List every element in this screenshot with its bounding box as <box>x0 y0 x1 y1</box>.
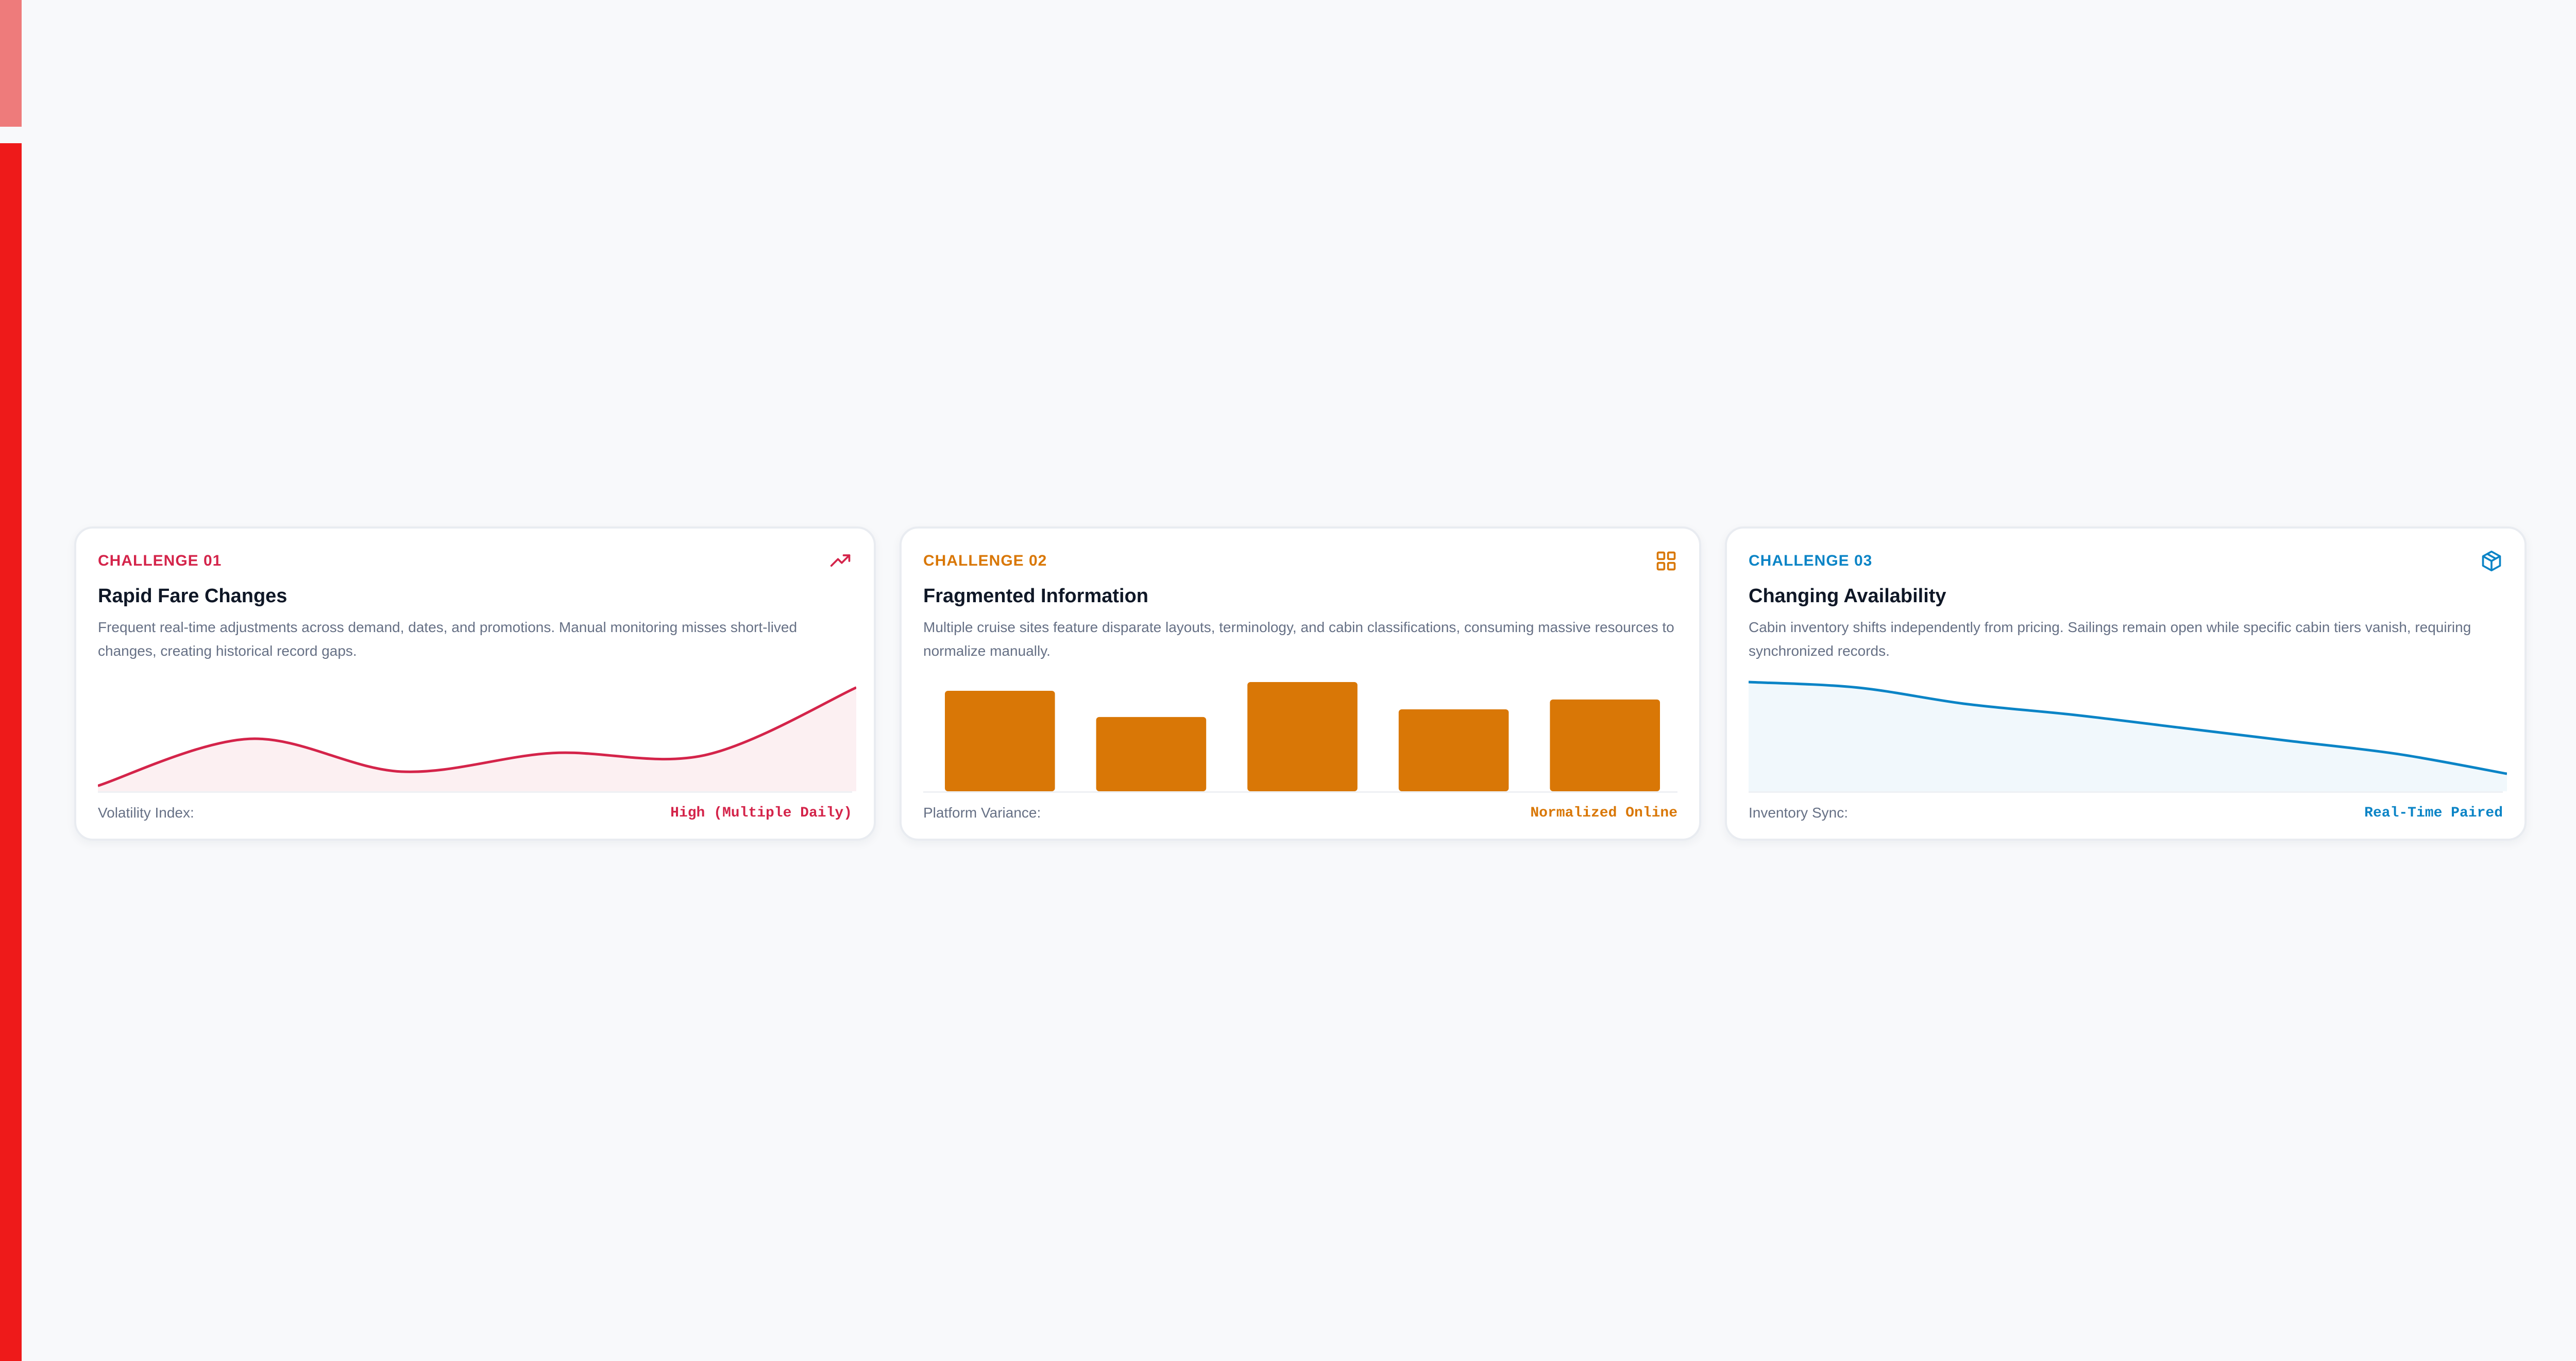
footer-value: High (Multiple Daily) <box>670 805 852 821</box>
card-divider <box>923 791 1677 793</box>
challenge-card-3: CHALLENGE 03 Changing Availability Cabin… <box>1725 526 2527 841</box>
sidebar-accent <box>0 143 22 1361</box>
area-fill <box>98 687 856 791</box>
footer-value: Normalized Online <box>1530 805 1677 821</box>
footer-label: Volatility Index: <box>98 805 194 821</box>
footer-label: Platform Variance: <box>923 805 1041 821</box>
platform-variance-chart <box>923 673 1682 791</box>
area-fill <box>1749 682 2507 791</box>
sidebar-accent-light <box>0 0 22 127</box>
bar <box>1550 699 1660 791</box>
challenge-cards: CHALLENGE 01 Rapid Fare Changes Frequent… <box>74 526 2527 841</box>
card-kicker: CHALLENGE 01 <box>98 552 222 569</box>
inventory-chart <box>1749 673 2507 791</box>
page: CHALLENGE 01 Rapid Fare Changes Frequent… <box>0 0 2576 1361</box>
card-title: Changing Availability <box>1749 585 1946 607</box>
volatility-chart <box>98 673 856 791</box>
footer-value: Real-Time Paired <box>2364 805 2503 821</box>
box-icon <box>2480 550 2503 572</box>
card-title: Fragmented Information <box>923 585 1149 607</box>
challenge-card-2: CHALLENGE 02 Fragmented Information Mult… <box>900 526 1701 841</box>
bar <box>1096 717 1207 791</box>
bar <box>1398 709 1509 791</box>
grid-icon <box>1655 550 1677 572</box>
challenge-card-1: CHALLENGE 01 Rapid Fare Changes Frequent… <box>74 526 876 841</box>
card-description: Frequent real-time adjustments across de… <box>98 619 798 659</box>
card-title: Rapid Fare Changes <box>98 585 287 607</box>
trend-up-icon <box>829 550 852 572</box>
card-description: Multiple cruise sites feature disparate … <box>923 619 1674 659</box>
card-divider <box>1749 791 2503 793</box>
bar <box>945 690 1055 791</box>
card-kicker: CHALLENGE 02 <box>923 552 1047 569</box>
bar <box>1247 682 1358 791</box>
card-divider <box>98 791 852 793</box>
card-kicker: CHALLENGE 03 <box>1749 552 1873 569</box>
footer-label: Inventory Sync: <box>1749 805 1848 821</box>
card-description: Cabin inventory shifts independently fro… <box>1749 619 2471 659</box>
